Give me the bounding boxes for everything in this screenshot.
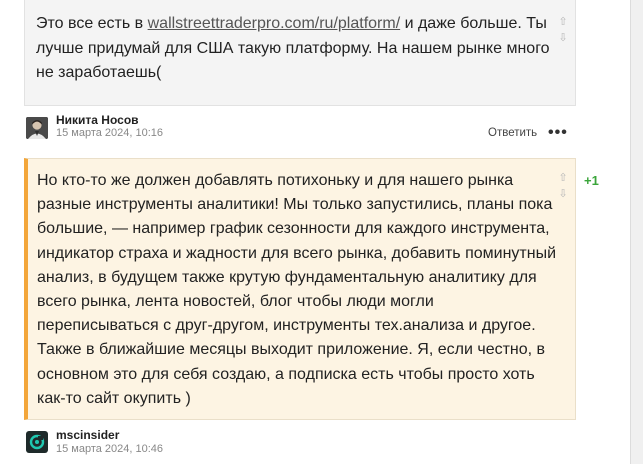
comment-bubble-highlighted: Но кто-то же должен добавлять потихоньку… bbox=[24, 158, 576, 420]
vote-up-icon[interactable]: ⇧ bbox=[557, 171, 569, 185]
comment-text-part: Это все есть в bbox=[36, 15, 148, 32]
comment-author[interactable]: mscinsider bbox=[56, 428, 119, 442]
vote-up-icon[interactable]: ⇧ bbox=[557, 15, 569, 29]
comment-author[interactable]: Никита Носов bbox=[56, 113, 139, 127]
reply-button[interactable]: Ответить bbox=[488, 127, 537, 139]
vote-down-icon[interactable]: ⇩ bbox=[557, 187, 569, 201]
avatar[interactable] bbox=[26, 117, 48, 139]
vote-down-icon[interactable]: ⇩ bbox=[557, 31, 569, 45]
comment-text: Это все есть в wallstreettraderpro.com/r… bbox=[36, 12, 556, 86]
comment-score: +1 bbox=[584, 173, 599, 188]
user-photo-icon bbox=[26, 117, 48, 139]
comment-date: 15 марта 2024, 10:46 bbox=[56, 443, 164, 455]
comment-bubble: Это все есть в wallstreettraderpro.com/r… bbox=[24, 0, 576, 106]
more-options-button[interactable]: ••• bbox=[548, 124, 568, 142]
platform-link[interactable]: wallstreettraderpro.com/ru/platform/ bbox=[148, 15, 401, 32]
page-scrollbar[interactable] bbox=[630, 0, 643, 464]
mscinsider-logo-icon bbox=[26, 431, 48, 453]
comment-date: 15 марта 2024, 10:16 bbox=[56, 127, 164, 139]
comment-text: Но кто-то же должен добавлять потихоньку… bbox=[37, 172, 557, 407]
avatar[interactable] bbox=[26, 431, 48, 453]
